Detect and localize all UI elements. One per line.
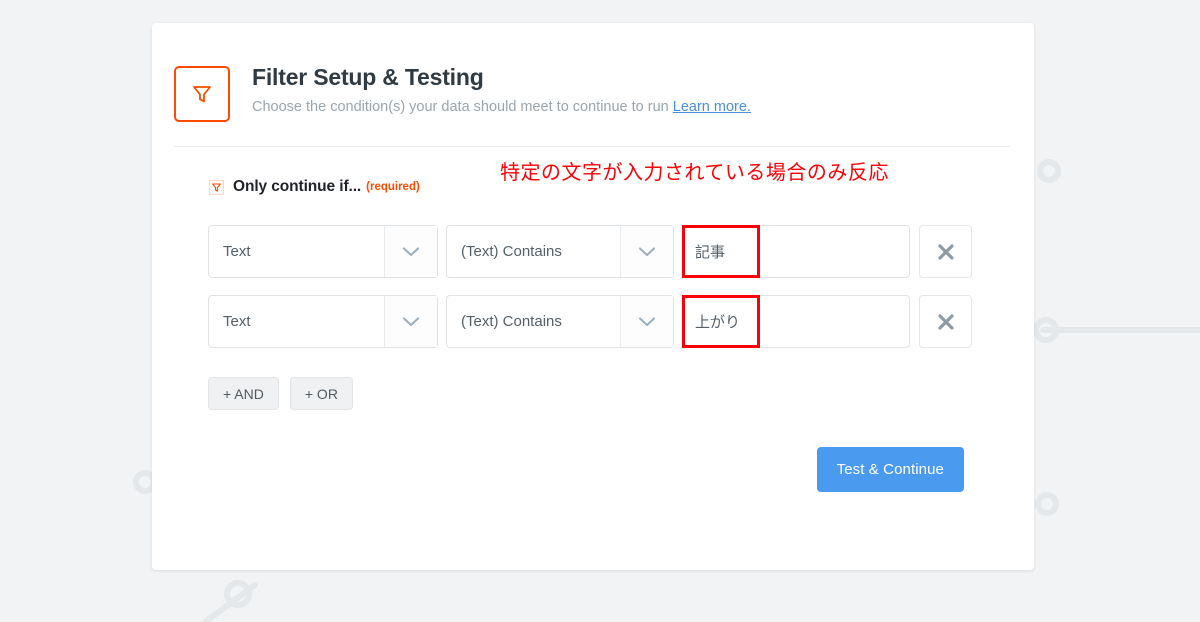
close-icon [937, 243, 954, 260]
condition-label: Only continue if... [233, 178, 362, 195]
add-or-button[interactable]: + OR [289, 377, 353, 410]
card-body: Only continue if... (required) 特定の文字が入力さ… [152, 160, 1034, 492]
operator-select-0[interactable]: (Text) Contains [446, 225, 674, 278]
field-select-1[interactable]: Text [208, 295, 438, 348]
header-divider [174, 146, 1010, 147]
chevron-down-icon[interactable] [620, 226, 673, 277]
value-input-0[interactable]: 記事 [682, 225, 910, 278]
operator-select-value-0: (Text) Contains [461, 243, 562, 260]
operator-select-1[interactable]: (Text) Contains [446, 295, 674, 348]
filter-row: Text (Text) Contains 上がり [208, 295, 1010, 348]
learn-more-link[interactable]: Learn more. [673, 99, 751, 115]
funnel-small-icon [208, 179, 225, 196]
test-and-continue-button[interactable]: Test & Continue [816, 447, 964, 492]
filter-setup-card: Filter Setup & Testing Choose the condit… [152, 23, 1034, 570]
page-title: Filter Setup & Testing [252, 64, 484, 90]
field-select-0[interactable]: Text [208, 225, 438, 278]
page-subtitle-text: Choose the condition(s) your data should… [252, 98, 669, 115]
card-footer: Test & Continue [208, 447, 1010, 492]
page-subtitle: Choose the condition(s) your data should… [252, 98, 751, 117]
value-input-text-1: 上がり [695, 313, 741, 331]
chevron-down-icon[interactable] [384, 296, 437, 347]
value-input-text-0: 記事 [695, 243, 726, 261]
value-input-1[interactable]: 上がり [682, 295, 910, 348]
remove-condition-button-1[interactable] [919, 295, 972, 348]
add-and-button[interactable]: + AND [208, 377, 279, 410]
add-condition-row: + AND + OR [208, 377, 1010, 410]
annotation-note: 特定の文字が入力されている場合のみ反応 [500, 160, 889, 184]
funnel-icon [174, 66, 230, 122]
operator-select-value-1: (Text) Contains [461, 313, 562, 330]
card-header: Filter Setup & Testing Choose the condit… [152, 23, 1034, 122]
remove-condition-button-0[interactable] [919, 225, 972, 278]
field-select-value-1: Text [223, 313, 251, 330]
chevron-down-icon[interactable] [620, 296, 673, 347]
header-text-block: Filter Setup & Testing Choose the condit… [252, 63, 751, 116]
field-select-value-0: Text [223, 243, 251, 260]
close-icon [937, 313, 954, 330]
chevron-down-icon[interactable] [384, 226, 437, 277]
filter-row: Text (Text) Contains 記事 [208, 225, 1010, 278]
required-tag: (required) [366, 181, 420, 193]
condition-label-row: Only continue if... (required) 特定の文字が入力さ… [208, 160, 1010, 196]
